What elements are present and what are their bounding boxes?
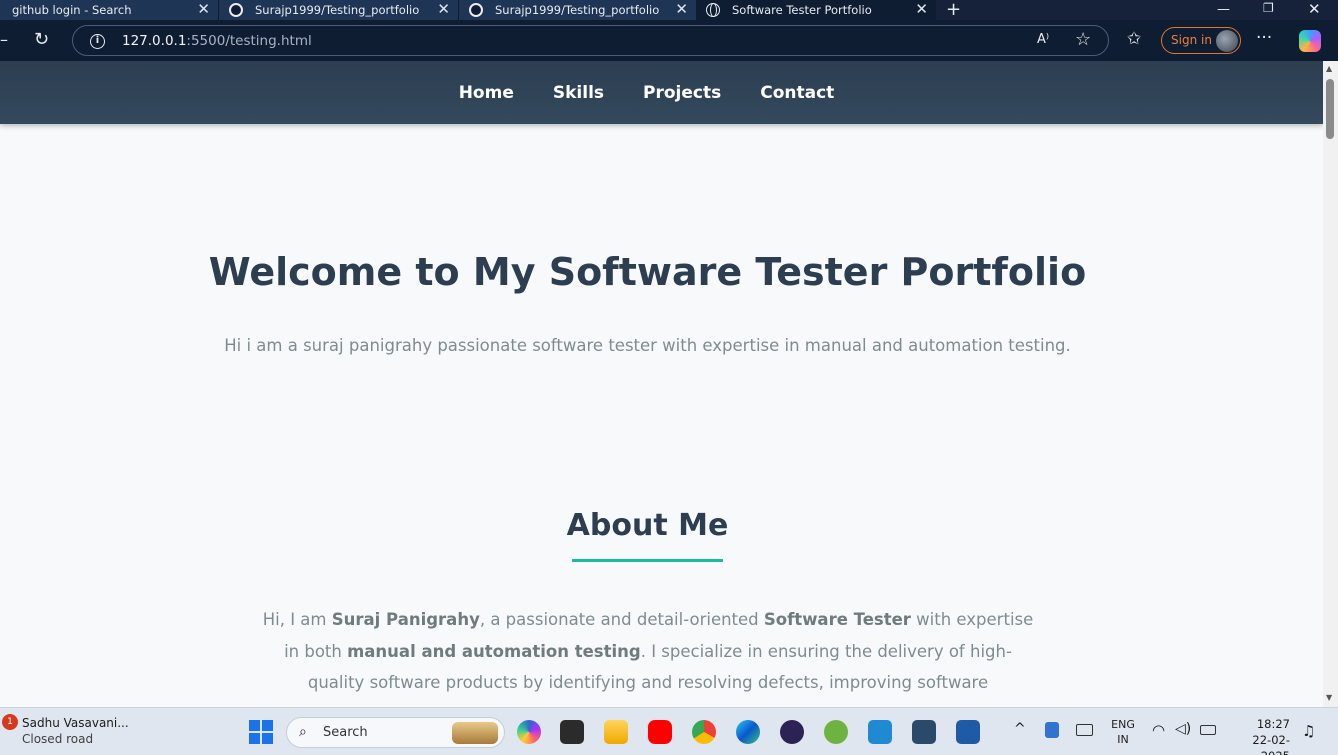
tab-portfolio-active[interactable]: Software Tester Portfolio ✕ [696,0,936,20]
chrome-icon[interactable] [692,720,716,744]
vscode-icon[interactable] [868,720,892,744]
copilot-icon[interactable] [1299,30,1321,52]
scroll-up-icon[interactable]: ▲ [1326,64,1332,73]
nav-home[interactable]: Home [459,83,514,103]
nav-projects[interactable]: Projects [643,83,721,103]
tab-title: Surajp1999/Testing_portfolio [495,3,660,17]
refresh-icon[interactable]: ↻ [34,29,49,50]
nav-skills[interactable]: Skills [553,83,604,103]
minimize-icon[interactable]: — [1217,3,1230,17]
tab-title: Software Tester Portfolio [732,3,872,17]
close-tab-icon[interactable]: ✕ [437,1,450,17]
tab-strip: github login - Search ✕ Surajp1999/Testi… [0,0,1338,20]
search-highlight-image [452,722,498,744]
sign-in-button[interactable]: Sign in [1161,27,1241,54]
tray-chevron-up-icon[interactable]: ^ [1014,721,1026,737]
hero-subtitle: Hi i am a suraj panigrahy passionate sof… [224,336,1071,355]
search-label: Search [323,725,368,740]
eclipse-icon[interactable] [780,720,804,744]
more-menu-icon[interactable]: ··· [1256,28,1272,48]
read-aloud-icon[interactable]: A⁾ [1037,32,1049,47]
edge-icon[interactable] [736,720,760,744]
tab-repo-2[interactable]: Surajp1999/Testing_portfolio ✕ [458,0,696,20]
keyboard-icon[interactable] [1076,724,1093,736]
new-tab-icon[interactable]: + [946,0,961,20]
language-indicator[interactable]: ENG IN [1109,717,1137,747]
copilot-app-icon[interactable] [517,720,541,744]
about-text-part: , a passionate and detail-oriented [479,610,764,629]
wifi-icon[interactable]: ◠ [1152,721,1165,739]
weather-badge[interactable]: 1 [2,714,18,730]
taskbar-search[interactable]: ⌕ Search [286,717,505,748]
close-tab-icon[interactable]: ✕ [915,1,928,17]
about-name: Suraj Panigrahy [331,610,480,629]
start-button[interactable] [249,720,273,744]
file-explorer-icon[interactable] [604,720,628,744]
globe-icon [706,3,720,17]
taskbar: 1 Sadhu Vasavani... Closed road ⌕ Search… [0,707,1338,755]
language-bottom: IN [1117,733,1129,746]
task-view-icon[interactable] [560,720,584,744]
hero-title: Welcome to My Software Tester Portfolio [208,250,1087,294]
weather-subtitle[interactable]: Closed road [22,732,93,746]
volume-icon[interactable]: ◁) [1175,721,1191,737]
address-bar[interactable]: i 127.0.0.1:5500/testing.html A⁾ ☆ [72,25,1109,56]
spring-tool-icon[interactable] [824,720,848,744]
url-path: :5500/testing.html [186,33,312,49]
close-tab-icon[interactable]: ✕ [675,1,688,17]
browser-toolbar: – ↻ i 127.0.0.1:5500/testing.html A⁾ ☆ ✩… [0,20,1338,61]
site-navbar: Home Skills Projects Contact [0,61,1323,124]
tab-title: Surajp1999/Testing_portfolio [255,3,420,17]
scroll-thumb[interactable] [1326,79,1334,139]
close-tab-icon[interactable]: ✕ [197,1,210,17]
scroll-down-icon[interactable]: ▼ [1326,693,1332,702]
about-title: About Me [566,508,729,543]
powershell-icon[interactable] [956,720,980,744]
favorites-icon[interactable]: ✩ [1127,29,1141,49]
about-skill: manual and automation testing [347,641,641,661]
system-clock[interactable]: 18:27 22-02-2025 [1228,716,1290,755]
window-close-icon[interactable]: ✕ [1308,2,1321,17]
github-icon [229,3,243,17]
tab-repo-1[interactable]: Surajp1999/Testing_portfolio ✕ [218,0,458,20]
favorite-star-icon[interactable]: ☆ [1075,29,1091,50]
github-icon [469,3,483,17]
clock-date: 22-02-2025 [1252,733,1290,755]
about-role: Software Tester [763,610,911,629]
url-text: 127.0.0.1:5500/testing.html [122,33,312,49]
search-icon: ⌕ [299,724,307,740]
about-underline [572,559,723,562]
page-scrollbar[interactable]: ▲ ▼ [1323,61,1338,707]
clock-time: 18:27 [1256,717,1290,731]
defender-icon[interactable] [1045,722,1059,738]
avatar [1216,30,1238,52]
nav-contact[interactable]: Contact [760,83,834,103]
weather-title[interactable]: Sadhu Vasavani... [22,716,129,730]
youtube-icon[interactable] [648,720,672,744]
sign-in-label: Sign in [1171,33,1212,47]
url-host: 127.0.0.1 [122,33,187,49]
back-icon[interactable]: – [0,30,8,49]
about-text-part: Hi, I am [262,610,332,629]
info-icon[interactable]: i [90,34,105,49]
mysql-icon[interactable] [912,720,936,744]
tab-github-search[interactable]: github login - Search ✕ [0,0,218,20]
battery-icon[interactable] [1200,725,1216,735]
notifications-bell-icon[interactable]: ♫ [1302,722,1315,740]
language-top: ENG [1111,718,1135,731]
tab-title: github login - Search [12,3,132,17]
restore-icon[interactable]: ❐ [1263,1,1274,15]
